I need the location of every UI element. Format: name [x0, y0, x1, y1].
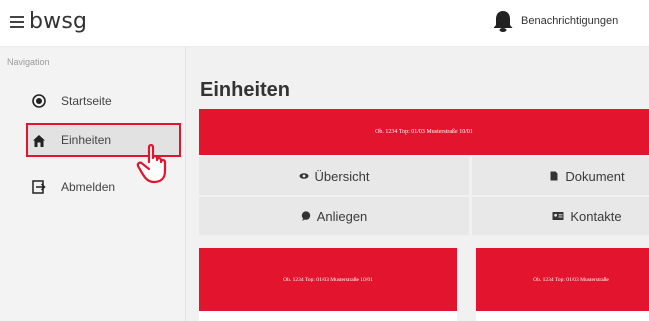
document-icon [550, 171, 558, 181]
unit-card-title: Ob. 1234 Top: 01/03 Musterstraße [476, 248, 649, 311]
unit-card[interactable]: Ob. 1234 Top: 01/03 Musterstraße 10/01 [199, 248, 457, 321]
unit-card-title: Ob. 1234 Top: 01/03 Musterstraße 10/01 [199, 248, 457, 311]
unit-card[interactable]: Ob. 1234 Top: 01/03 Musterstraße [476, 248, 649, 321]
tab-kontakte[interactable]: Kontakte [472, 197, 649, 235]
notifications-link[interactable]: Benachrichtigungen [521, 15, 618, 27]
tab-label: Dokument [565, 168, 625, 184]
contact-card-icon [552, 212, 564, 220]
hand-cursor-icon [136, 144, 167, 184]
home-icon [33, 135, 45, 147]
radio-circle-icon [32, 94, 46, 108]
tab-anliegen[interactable]: Anliegen [199, 197, 469, 235]
main-content: Einheiten Ob. 1234 Top: 01/03 Musterstra… [186, 47, 649, 321]
tab-label: Übersicht [314, 168, 370, 184]
nav-caption: Navigation [7, 57, 50, 67]
sidebar-item-startseite[interactable]: Startseite [0, 84, 185, 118]
top-bar: bwsg Benachrichtigungen [0, 0, 649, 47]
tab-label: Kontakte [570, 208, 622, 224]
brand-logo[interactable]: bwsg [29, 9, 87, 34]
logout-icon [32, 180, 46, 194]
eye-icon [299, 173, 309, 179]
unit-banner[interactable]: Ob. 1234 Top: 01/03 Musterstraße 10/01 [199, 109, 649, 155]
bell-icon[interactable] [492, 9, 514, 33]
sidebar-item-label: Einheiten [61, 133, 112, 147]
chat-icon [301, 211, 310, 221]
hamburger-menu-icon[interactable] [10, 16, 24, 28]
tab-label: Anliegen [316, 208, 368, 224]
page-title: Einheiten [200, 79, 291, 101]
tab-uebersicht[interactable]: Übersicht [199, 157, 469, 195]
sidebar-item-label: Startseite [61, 94, 112, 108]
tab-dokument[interactable]: Dokument [472, 157, 649, 195]
sidebar-item-label: Abmelden [61, 180, 116, 194]
